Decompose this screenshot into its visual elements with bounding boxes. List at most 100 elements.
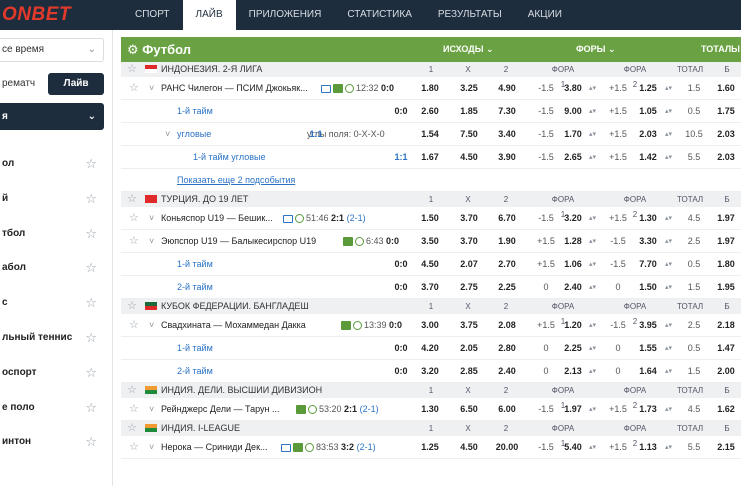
event-row[interactable]: ☆ ˅ Коньяспор U19 — Бешик... 51:46 2:1 (2-1… bbox=[121, 207, 741, 230]
chevron-down-icon[interactable]: ˅ bbox=[149, 230, 154, 253]
sport-item[interactable]: й ☆ bbox=[0, 182, 104, 217]
handicap-1-odds[interactable]: 1.70 bbox=[559, 123, 587, 146]
handicap-2-odds[interactable]: 3.30 bbox=[634, 230, 662, 253]
updown-arrows-icon[interactable]: ▴▾ bbox=[665, 100, 672, 123]
star-icon[interactable]: ☆ bbox=[85, 251, 97, 286]
nav-live[interactable]: ЛАЙВ bbox=[182, 0, 236, 30]
chevron-down-icon[interactable]: ˅ bbox=[149, 77, 154, 100]
brand-logo[interactable]: ONBET bbox=[0, 0, 122, 30]
odds-x[interactable]: 3.70 bbox=[453, 230, 485, 253]
odds-1[interactable]: 1.30 bbox=[414, 398, 446, 421]
star-icon[interactable]: ☆ bbox=[85, 356, 97, 391]
odds-x[interactable]: 6.50 bbox=[453, 398, 485, 421]
updown-arrows-icon[interactable]: ▴▾ bbox=[665, 123, 672, 146]
handicap-1-odds[interactable]: 1.06 bbox=[559, 253, 587, 276]
field-icon[interactable] bbox=[343, 237, 353, 247]
odds-x[interactable]: 2.85 bbox=[453, 360, 485, 383]
star-icon[interactable]: ☆ bbox=[85, 182, 97, 217]
total-over-odds[interactable]: 2.18 bbox=[712, 314, 740, 337]
field-icon[interactable] bbox=[296, 405, 306, 415]
odds-x[interactable]: 3.25 bbox=[453, 77, 485, 100]
odds-1[interactable]: 4.20 bbox=[414, 337, 446, 360]
event-row[interactable]: ☆ ˅ РАНС Чилегон — ПСИМ Джокьяк... 12:32 0:… bbox=[121, 77, 741, 100]
odds-1[interactable]: 3.20 bbox=[414, 360, 446, 383]
total-over-odds[interactable]: 1.97 bbox=[712, 207, 740, 230]
sport-item[interactable]: е поло ☆ bbox=[0, 391, 104, 426]
handicaps-header[interactable]: ФОРЫ ⌄ bbox=[576, 37, 616, 62]
odds-2[interactable]: 2.70 bbox=[491, 253, 523, 276]
event-name[interactable]: Нерока — Сриниди Дек... bbox=[161, 436, 268, 459]
odds-2[interactable]: 2.08 bbox=[491, 314, 523, 337]
odds-1[interactable]: 4.50 bbox=[414, 253, 446, 276]
handicap-2-odds[interactable]: 7.70 bbox=[634, 253, 662, 276]
nav-statistics[interactable]: СТАТИСТИКА bbox=[334, 0, 425, 30]
event-row[interactable]: ☆ ˅ Рейнджерс Дели — Тарун ... 53:20 2:1 (2… bbox=[121, 398, 741, 421]
nav-results[interactable]: РЕЗУЛЬТАТЫ bbox=[425, 0, 515, 30]
handicap-2-odds[interactable]: 1.50 bbox=[634, 276, 662, 299]
subevent-row[interactable]: ˅ угловые углы поля: 0-Х-Х-0 1:1 1.54 7.50 3.4… bbox=[121, 123, 741, 146]
odds-1[interactable]: 2.60 bbox=[414, 100, 446, 123]
odds-2[interactable]: 2.80 bbox=[491, 337, 523, 360]
total-over-odds[interactable]: 1.47 bbox=[712, 337, 740, 360]
subevent-name[interactable]: 2-й тайм bbox=[177, 276, 213, 299]
time-filter-select[interactable]: се время ⌄ bbox=[0, 38, 104, 62]
odds-1[interactable]: 1.80 bbox=[414, 77, 446, 100]
nav-apps[interactable]: ПРИЛОЖЕНИЯ bbox=[236, 0, 335, 30]
star-icon[interactable]: ☆ bbox=[127, 299, 137, 314]
star-icon[interactable]: ☆ bbox=[129, 230, 139, 253]
updown-arrows-icon[interactable]: ▴▾ bbox=[589, 146, 596, 169]
star-icon[interactable]: ☆ bbox=[127, 192, 137, 207]
league-header[interactable]: ☆ ТУРЦИЯ. ДО 19 ЛЕТ 1 X 2 ФОРА 1 ФОРА 2 ТОТАЛ Б bbox=[121, 192, 741, 219]
updown-arrows-icon[interactable]: ▴▾ bbox=[665, 360, 672, 383]
star-icon[interactable]: ☆ bbox=[85, 286, 97, 321]
odds-x[interactable]: 2.75 bbox=[453, 276, 485, 299]
updown-arrows-icon[interactable]: ▴▾ bbox=[589, 77, 596, 100]
star-icon[interactable]: ☆ bbox=[85, 321, 97, 356]
star-icon[interactable]: ☆ bbox=[129, 436, 139, 459]
odds-1[interactable]: 1.67 bbox=[414, 146, 446, 169]
chevron-down-icon[interactable]: ˅ bbox=[165, 123, 170, 146]
league-header[interactable]: ☆ ИНДИЯ. ДЕЛИ. ВЫСШИИ ДИВИЗИОН 1 X 2 ФОРА 1 ФО… bbox=[121, 383, 741, 410]
odds-1[interactable]: 1.54 bbox=[414, 123, 446, 146]
star-icon[interactable]: ☆ bbox=[129, 398, 139, 421]
handicap-1-odds[interactable]: 2.40 bbox=[559, 276, 587, 299]
odds-x[interactable]: 3.70 bbox=[453, 207, 485, 230]
updown-arrows-icon[interactable]: ▴▾ bbox=[589, 337, 596, 360]
total-over-odds[interactable]: 1.97 bbox=[712, 230, 740, 253]
updown-arrows-icon[interactable]: ▴▾ bbox=[589, 100, 596, 123]
sport-item[interactable]: абол ☆ bbox=[0, 251, 104, 286]
updown-arrows-icon[interactable]: ▴▾ bbox=[665, 146, 672, 169]
subevent-name[interactable]: угловые bbox=[177, 123, 211, 146]
subevent-name[interactable]: 1-й тайм угловые bbox=[193, 146, 265, 169]
odds-x[interactable]: 4.50 bbox=[453, 146, 485, 169]
sport-item[interactable]: тбол ☆ bbox=[0, 217, 104, 252]
subevent-row[interactable]: 2-й тайм 0:0 3.20 2.85 2.40 0 2.13 ▴▾ 0 1.64 ▴▾ 1.5… bbox=[121, 360, 741, 383]
total-over-odds[interactable]: 2.03 bbox=[712, 123, 740, 146]
handicap-1-odds[interactable]: 3.20 bbox=[559, 207, 587, 230]
star-icon[interactable]: ☆ bbox=[85, 217, 97, 252]
updown-arrows-icon[interactable]: ▴▾ bbox=[589, 207, 596, 230]
event-row[interactable]: ☆ ˅ Эюпспор U19 — Балыкесирспор U19 6:43 0:… bbox=[121, 230, 741, 253]
league-header[interactable]: ☆ КУБОК ФЕДЕРАЦИИ. БАНГЛАДЕШ 1 X 2 ФОРА 1 ФОРА… bbox=[121, 299, 741, 326]
subevent-row[interactable]: 1-й тайм 0:0 2.60 1.85 7.30 -1.5 9.00 ▴▾ +1.5 1.0… bbox=[121, 100, 741, 123]
handicap-1-odds[interactable]: 3.80 bbox=[559, 77, 587, 100]
odds-x[interactable]: 4.50 bbox=[453, 436, 485, 459]
sport-item[interactable]: с ☆ bbox=[0, 286, 104, 321]
odds-2[interactable]: 20.00 bbox=[491, 436, 523, 459]
updown-arrows-icon[interactable]: ▴▾ bbox=[589, 398, 596, 421]
updown-arrows-icon[interactable]: ▴▾ bbox=[589, 253, 596, 276]
event-name[interactable]: Коньяспор U19 — Бешик... bbox=[161, 207, 273, 230]
odds-2[interactable]: 2.25 bbox=[491, 276, 523, 299]
handicap-1-odds[interactable]: 1.97 bbox=[559, 398, 587, 421]
handicap-1-odds[interactable]: 9.00 bbox=[559, 100, 587, 123]
odds-2[interactable]: 3.40 bbox=[491, 123, 523, 146]
handicap-2-odds[interactable]: 1.55 bbox=[634, 337, 662, 360]
sport-item[interactable]: интон ☆ bbox=[0, 425, 104, 460]
updown-arrows-icon[interactable]: ▴▾ bbox=[589, 360, 596, 383]
odds-1[interactable]: 1.50 bbox=[414, 207, 446, 230]
total-over-odds[interactable]: 2.00 bbox=[712, 360, 740, 383]
updown-arrows-icon[interactable]: ▴▾ bbox=[589, 436, 596, 459]
star-icon[interactable]: ☆ bbox=[85, 425, 97, 460]
event-name[interactable]: Эюпспор U19 — Балыкесирспор U19 bbox=[161, 230, 316, 253]
handicap-1-odds[interactable]: 2.25 bbox=[559, 337, 587, 360]
